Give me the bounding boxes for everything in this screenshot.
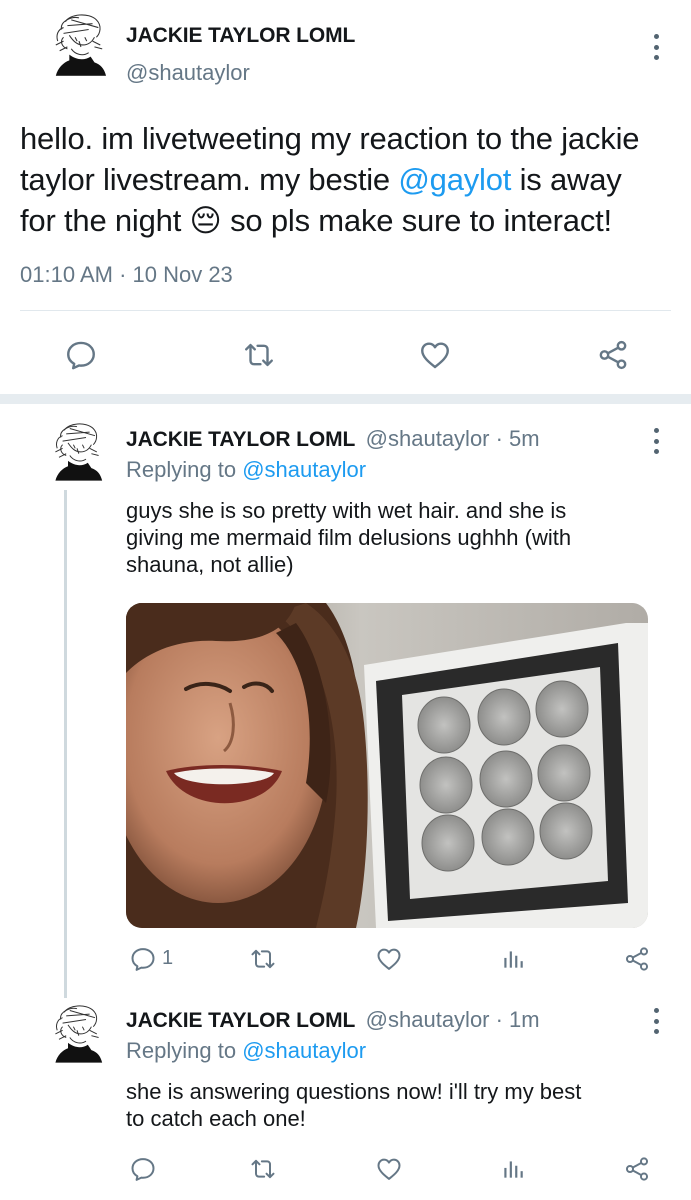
retweet-button[interactable] <box>240 336 278 374</box>
retweet-button[interactable] <box>248 1154 278 1184</box>
analytics-button[interactable] <box>498 944 528 974</box>
like-icon <box>418 338 452 372</box>
reply-icon <box>129 1155 157 1183</box>
photo <box>126 603 648 928</box>
tweet-text: hello. im livetweeting my reaction to th… <box>20 118 690 241</box>
share-icon <box>623 945 651 973</box>
avatar-image <box>50 1002 104 1064</box>
tweet-text-fragment: is away <box>511 162 622 197</box>
like-icon <box>375 945 403 973</box>
reply-text-line: to catch each one! <box>126 1106 306 1131</box>
share-icon <box>596 338 630 372</box>
share-icon <box>623 1155 651 1183</box>
author-handle[interactable]: @shautaylor · 5m <box>366 426 540 451</box>
author-name[interactable]: JACKIE TAYLOR LOML <box>126 428 355 451</box>
author-name[interactable]: JACKIE TAYLOR LOML <box>126 24 355 48</box>
avatar[interactable] <box>50 12 108 81</box>
share-button[interactable] <box>622 944 652 974</box>
retweet-icon <box>242 338 276 372</box>
divider <box>20 310 671 311</box>
tweet-text-line: hello. im livetweeting my reaction to th… <box>20 121 640 156</box>
avatar-image <box>50 420 104 482</box>
tweet-text-fragment: so pls make sure to interact! <box>221 203 612 238</box>
analytics-icon <box>500 946 526 972</box>
replying-to-prefix: Replying to <box>126 457 243 482</box>
analytics-icon <box>500 1156 526 1182</box>
like-button[interactable] <box>416 336 454 374</box>
section-divider <box>0 394 691 404</box>
reply-text-line: guys she is so pretty with wet hair. and… <box>126 498 567 523</box>
reply-header: JACKIE TAYLOR LOML @shautaylor · 5m <box>126 426 540 452</box>
retweet-icon <box>249 1155 277 1183</box>
reply-count: 1 <box>162 947 174 969</box>
tweet-text-fragment: taylor livestream. my bestie <box>20 162 390 197</box>
author-handle[interactable]: @shautaylor <box>126 60 250 86</box>
reply-button[interactable] <box>128 944 158 974</box>
replying-to-prefix: Replying to <box>126 1038 243 1063</box>
reply-text: she is answering questions now! i'll try… <box>126 1078 676 1132</box>
tweet-text-line: taylor livestream. my bestie @gaylot is … <box>20 159 690 200</box>
timestamp[interactable]: 01:10 AM · 10 Nov 23 <box>20 262 233 288</box>
replying-to: Replying to @shautaylor <box>126 1038 366 1064</box>
tweet-text-fragment: for the night <box>20 203 190 238</box>
like-button[interactable] <box>374 1154 404 1184</box>
tweet-media-image[interactable] <box>126 603 648 928</box>
tweet-text-line: for the night 😔 so pls make sure to inte… <box>20 200 690 241</box>
reply-text: guys she is so pretty with wet hair. and… <box>126 497 676 578</box>
reply-text-line: shauna, not allie) <box>126 552 294 577</box>
replying-to-link[interactable]: @shautaylor <box>242 1038 366 1063</box>
author-name[interactable]: JACKIE TAYLOR LOML <box>126 1009 355 1032</box>
reply-button[interactable] <box>128 1154 158 1184</box>
reply-icon <box>129 945 157 973</box>
reply-header: JACKIE TAYLOR LOML @shautaylor · 1m <box>126 1007 540 1033</box>
reply-button[interactable] <box>62 336 100 374</box>
retweet-button[interactable] <box>248 944 278 974</box>
avatar[interactable] <box>50 1002 104 1069</box>
retweet-icon <box>249 945 277 973</box>
like-icon <box>375 1155 403 1183</box>
avatar-image <box>50 12 108 76</box>
author-handle[interactable]: @shautaylor · 1m <box>366 1007 540 1032</box>
share-button[interactable] <box>594 336 632 374</box>
share-button[interactable] <box>622 1154 652 1184</box>
avatar[interactable] <box>50 420 104 487</box>
reply-text-line: giving me mermaid film delusions ughhh (… <box>126 525 572 550</box>
thread-line <box>64 490 67 998</box>
more-options-icon[interactable] <box>650 428 662 454</box>
reply-text-line: she is answering questions now! i'll try… <box>126 1079 582 1104</box>
analytics-button[interactable] <box>498 1154 528 1184</box>
more-options-icon[interactable] <box>650 34 662 60</box>
mention-link[interactable]: @gaylot <box>398 162 511 197</box>
more-options-icon[interactable] <box>650 1008 662 1034</box>
pensive-emoji: 😔 <box>189 203 222 238</box>
replying-to-link[interactable]: @shautaylor <box>242 457 366 482</box>
like-button[interactable] <box>374 944 404 974</box>
replying-to: Replying to @shautaylor <box>126 457 366 483</box>
reply-icon <box>64 338 98 372</box>
